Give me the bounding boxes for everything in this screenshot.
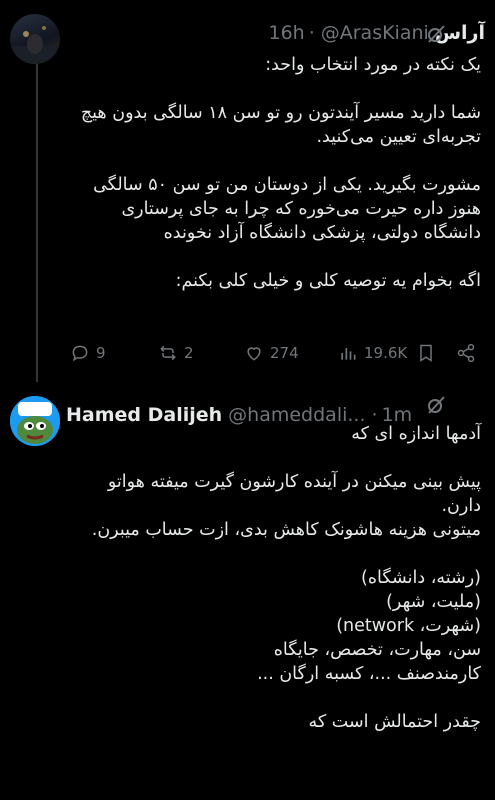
body-line: میتونی هزینه هاشونک کاهش بدی، ازت حساب م… bbox=[91, 520, 481, 540]
bookmark-icon[interactable] bbox=[416, 343, 436, 363]
body-line: (رشته، دانشگاه) bbox=[361, 568, 481, 588]
body-line: مشورت بگیرید. یکی از دوستان من تو سن ۵۰ … bbox=[93, 175, 481, 195]
body-line: کارمندصنف ...، کسبه ارگان ... bbox=[257, 664, 481, 684]
share-icon[interactable] bbox=[456, 343, 476, 363]
views-icon bbox=[341, 348, 356, 360]
body-line: (ملیت، شهر) bbox=[386, 592, 481, 612]
body-line: پیش بینی میکنن در آینده کارشون گیرت میفت… bbox=[107, 472, 481, 492]
tweet-header: آراس @ArasKiani · 16h bbox=[66, 18, 485, 48]
body-line: شما دارید مسیر آیندتون رو تو سن ۱۸ سالگی… bbox=[80, 103, 481, 123]
views-button[interactable]: 19.6K bbox=[338, 343, 407, 363]
body-line: هنوز داره حیرت می‌خوره که چرا به جای پرس… bbox=[121, 199, 481, 219]
reply-button[interactable]: 9 bbox=[70, 343, 106, 363]
body-line: دانشگاه دولتی، پزشکی دانشگاه آزاد نخونده bbox=[163, 223, 481, 243]
reply-count: 9 bbox=[96, 344, 106, 362]
repost-icon bbox=[160, 345, 176, 361]
grok-icon[interactable] bbox=[424, 22, 448, 46]
thread-line bbox=[36, 62, 38, 382]
like-icon bbox=[247, 347, 261, 361]
body-line: آدمها اندازه ای که bbox=[351, 424, 481, 444]
grok-icon[interactable] bbox=[424, 393, 448, 417]
timestamp[interactable]: 16h bbox=[268, 22, 304, 44]
body-line: دارن. bbox=[441, 496, 481, 516]
tweet-body: یک نکته در مورد انتخاب واحد: شما دارید م… bbox=[66, 53, 481, 293]
body-line: اگه بخوام یه توصیه کلی و خیلی کلی بکنم: bbox=[175, 271, 481, 291]
action-bar: 9 2 274 19.6K bbox=[70, 340, 481, 366]
like-count: 274 bbox=[270, 344, 299, 362]
body-line: تجربه‌ای تعیین می‌کنید. bbox=[316, 127, 481, 147]
separator: · bbox=[308, 22, 315, 44]
avatar[interactable] bbox=[10, 14, 60, 64]
reply-icon bbox=[72, 345, 88, 362]
like-button[interactable]: 274 bbox=[244, 343, 299, 363]
tweet-body: آدمها اندازه ای که پیش بینی میکنن در آین… bbox=[66, 422, 481, 734]
body-line: سن، مهارت، تخصص، جایگاه bbox=[273, 640, 481, 660]
body-line: یک نکته در مورد انتخاب واحد: bbox=[265, 55, 481, 75]
repost-count: 2 bbox=[184, 344, 194, 362]
avatar[interactable] bbox=[10, 396, 60, 446]
repost-button[interactable]: 2 bbox=[158, 343, 194, 363]
body-line: (شهرت، network) bbox=[336, 616, 481, 636]
body-line: چقدر احتمالش است که bbox=[308, 712, 481, 732]
author-handle[interactable]: @ArasKiani bbox=[321, 22, 429, 44]
views-count: 19.6K bbox=[364, 344, 408, 362]
